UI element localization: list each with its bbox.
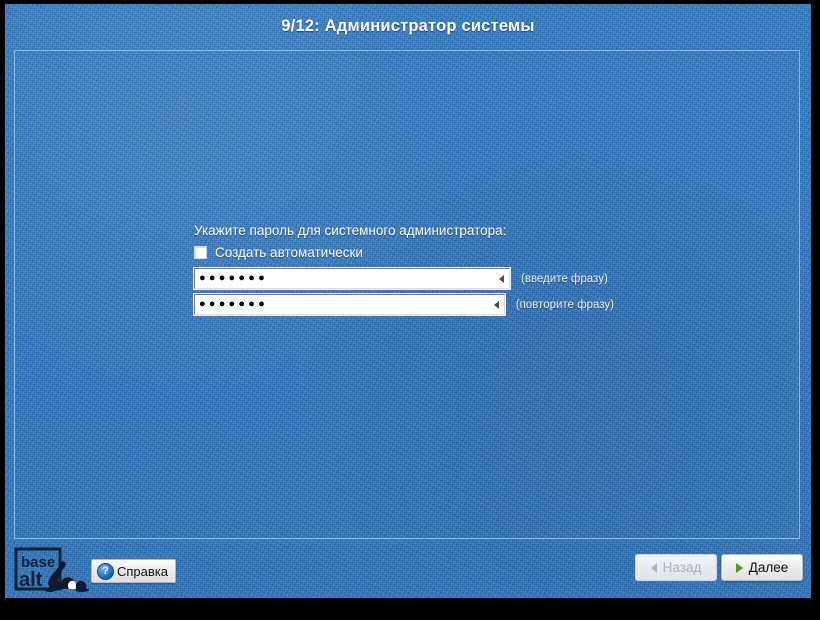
next-button[interactable]: Далее — [721, 554, 803, 581]
question-mark-icon: ? — [97, 562, 114, 580]
password-field-row: ●●●●●●● (введите фразу) — [193, 267, 614, 290]
back-button[interactable]: Назад — [635, 554, 717, 581]
password-masked-value: ●●●●●●● — [199, 272, 268, 284]
basealt-logo-icon: base alt — [14, 547, 89, 592]
caret-left-icon — [493, 300, 499, 309]
help-button-label: Справка — [117, 563, 168, 579]
password-confirm-input[interactable]: ●●●●●●● — [193, 293, 506, 316]
content-panel: Укажите пароль для системного администра… — [14, 50, 800, 539]
chevron-left-icon — [650, 562, 657, 573]
installer-window: 9/12: Администратор системы Укажите паро… — [5, 4, 811, 598]
chevron-right-icon — [735, 562, 743, 573]
installer-header: 9/12: Администратор системы — [5, 4, 811, 48]
password-hint: (введите фразу) — [521, 272, 608, 285]
help-button[interactable]: ? Справка — [91, 559, 176, 583]
page-title: 9/12: Администратор системы — [281, 16, 535, 35]
back-button-label: Назад — [662, 560, 702, 575]
password-confirm-field-row: ●●●●●●● (повторите фразу) — [193, 293, 614, 316]
basealt-logo: base alt — [14, 547, 90, 595]
auto-generate-checkbox[interactable] — [194, 246, 207, 259]
next-button-label: Далее — [748, 560, 789, 575]
password-form: Укажите пароль для системного администра… — [193, 223, 614, 320]
password-input[interactable]: ●●●●●●● — [193, 267, 511, 290]
password-confirm-masked-value: ●●●●●●● — [199, 298, 268, 310]
prompt-label: Укажите пароль для системного администра… — [194, 223, 507, 238]
auto-generate-checkbox-row[interactable]: Создать автоматически — [194, 245, 614, 260]
caret-left-icon — [499, 274, 504, 283]
svg-text:alt: alt — [19, 569, 43, 591]
installer-footer: base alt ? Справка Назад Далее — [5, 542, 811, 598]
auto-generate-label: Создать автоматически — [215, 245, 363, 260]
password-confirm-hint: (повторите фразу) — [515, 298, 614, 311]
